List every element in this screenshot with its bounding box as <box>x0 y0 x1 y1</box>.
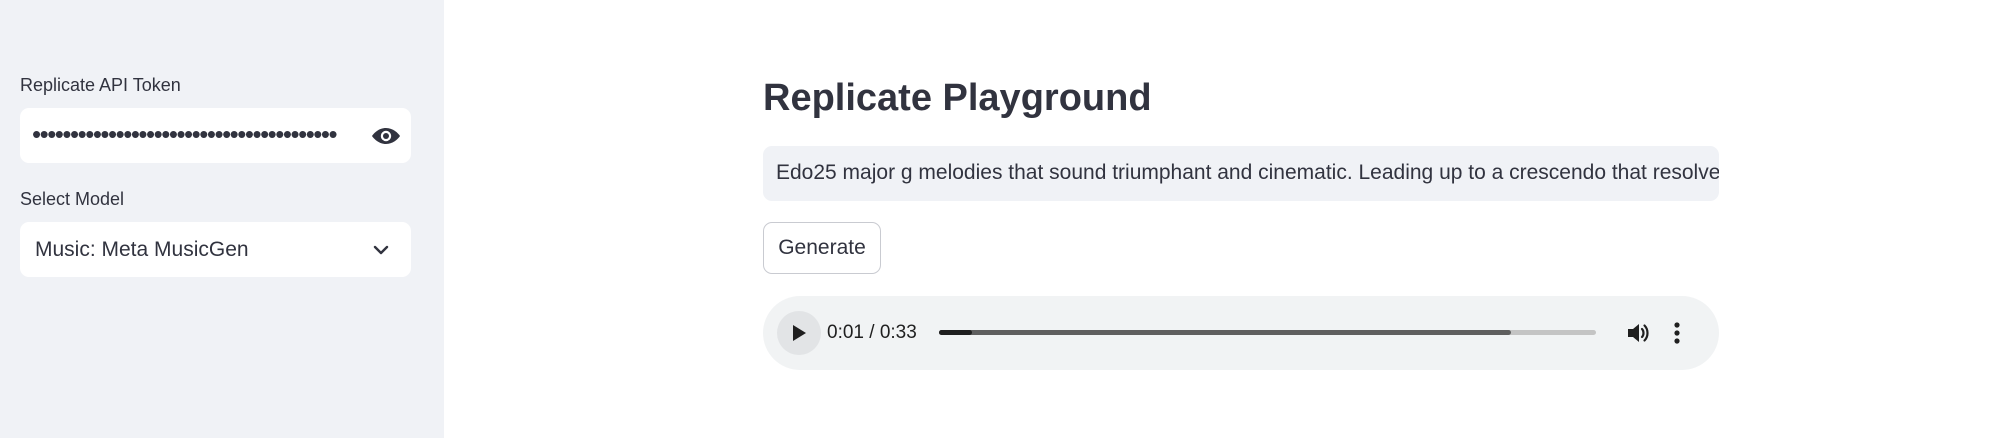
seek-bar[interactable] <box>939 330 1596 335</box>
buffered-progress <box>939 330 1511 335</box>
prompt-input[interactable]: Edo25 major g melodies that sound triump… <box>763 146 1719 201</box>
volume-icon[interactable] <box>1625 320 1651 346</box>
api-token-input[interactable]: •••••••••••••••••••••••••••••••••••••••• <box>20 108 411 163</box>
eye-icon[interactable] <box>371 123 401 149</box>
generate-button[interactable]: Generate <box>763 222 881 274</box>
time-display: 0:01 / 0:33 <box>827 322 917 343</box>
prompt-text: Edo25 major g melodies that sound triump… <box>776 161 1719 184</box>
api-token-label: Replicate API Token <box>20 75 181 95</box>
page-title: Replicate Playground <box>763 77 1152 119</box>
app-root: Replicate API Token ••••••••••••••••••••… <box>0 0 2000 438</box>
chevron-down-icon <box>373 245 389 255</box>
model-selected-value: Music: Meta MusicGen <box>35 238 249 261</box>
model-select[interactable]: Music: Meta MusicGen <box>20 222 411 277</box>
play-icon <box>793 325 806 341</box>
play-button[interactable] <box>777 311 821 355</box>
sidebar: Replicate API Token ••••••••••••••••••••… <box>0 0 444 438</box>
api-token-value: •••••••••••••••••••••••••••••••••••••••• <box>32 119 338 149</box>
select-model-label: Select Model <box>20 189 125 209</box>
played-progress <box>939 330 972 335</box>
more-vertical-icon[interactable] <box>1670 320 1684 346</box>
audio-player: 0:01 / 0:33 <box>763 296 1719 370</box>
